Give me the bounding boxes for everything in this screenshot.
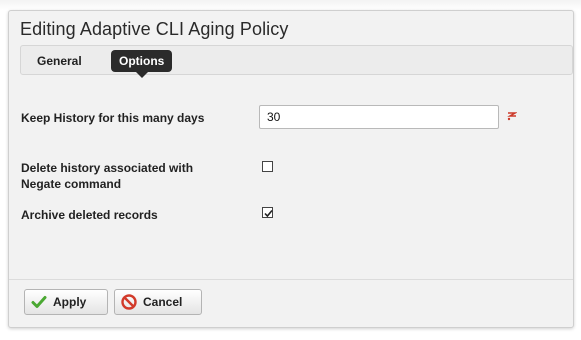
background-strip: [0, 0, 581, 10]
tab-options[interactable]: Options: [111, 50, 173, 78]
apply-button[interactable]: Apply: [24, 289, 108, 315]
checkmark-icon: [264, 209, 273, 218]
delete-negate-label: Delete history associated with Negate co…: [21, 161, 194, 191]
cancel-icon: [121, 294, 137, 310]
cancel-button[interactable]: Cancel: [114, 289, 202, 315]
dialog-title: Editing Adaptive CLI Aging Policy: [20, 19, 289, 39]
tab-bar: General Options: [20, 45, 573, 78]
tab-general[interactable]: General: [29, 50, 90, 72]
keep-history-label: Keep History for this many days: [21, 111, 205, 125]
delete-negate-checkbox[interactable]: [262, 161, 273, 172]
footer-divider: [9, 279, 573, 280]
apply-button-label: Apply: [53, 295, 87, 309]
cancel-button-label: Cancel: [143, 295, 183, 309]
archive-deleted-checkbox[interactable]: [262, 207, 273, 218]
edit-policy-dialog: Editing Adaptive CLI Aging Policy Genera…: [8, 10, 574, 328]
checkmark-icon: [31, 294, 47, 310]
keep-history-days-input[interactable]: [259, 105, 499, 129]
archive-deleted-label: Archive deleted records: [21, 208, 158, 222]
required-marker-icon: [507, 108, 518, 121]
